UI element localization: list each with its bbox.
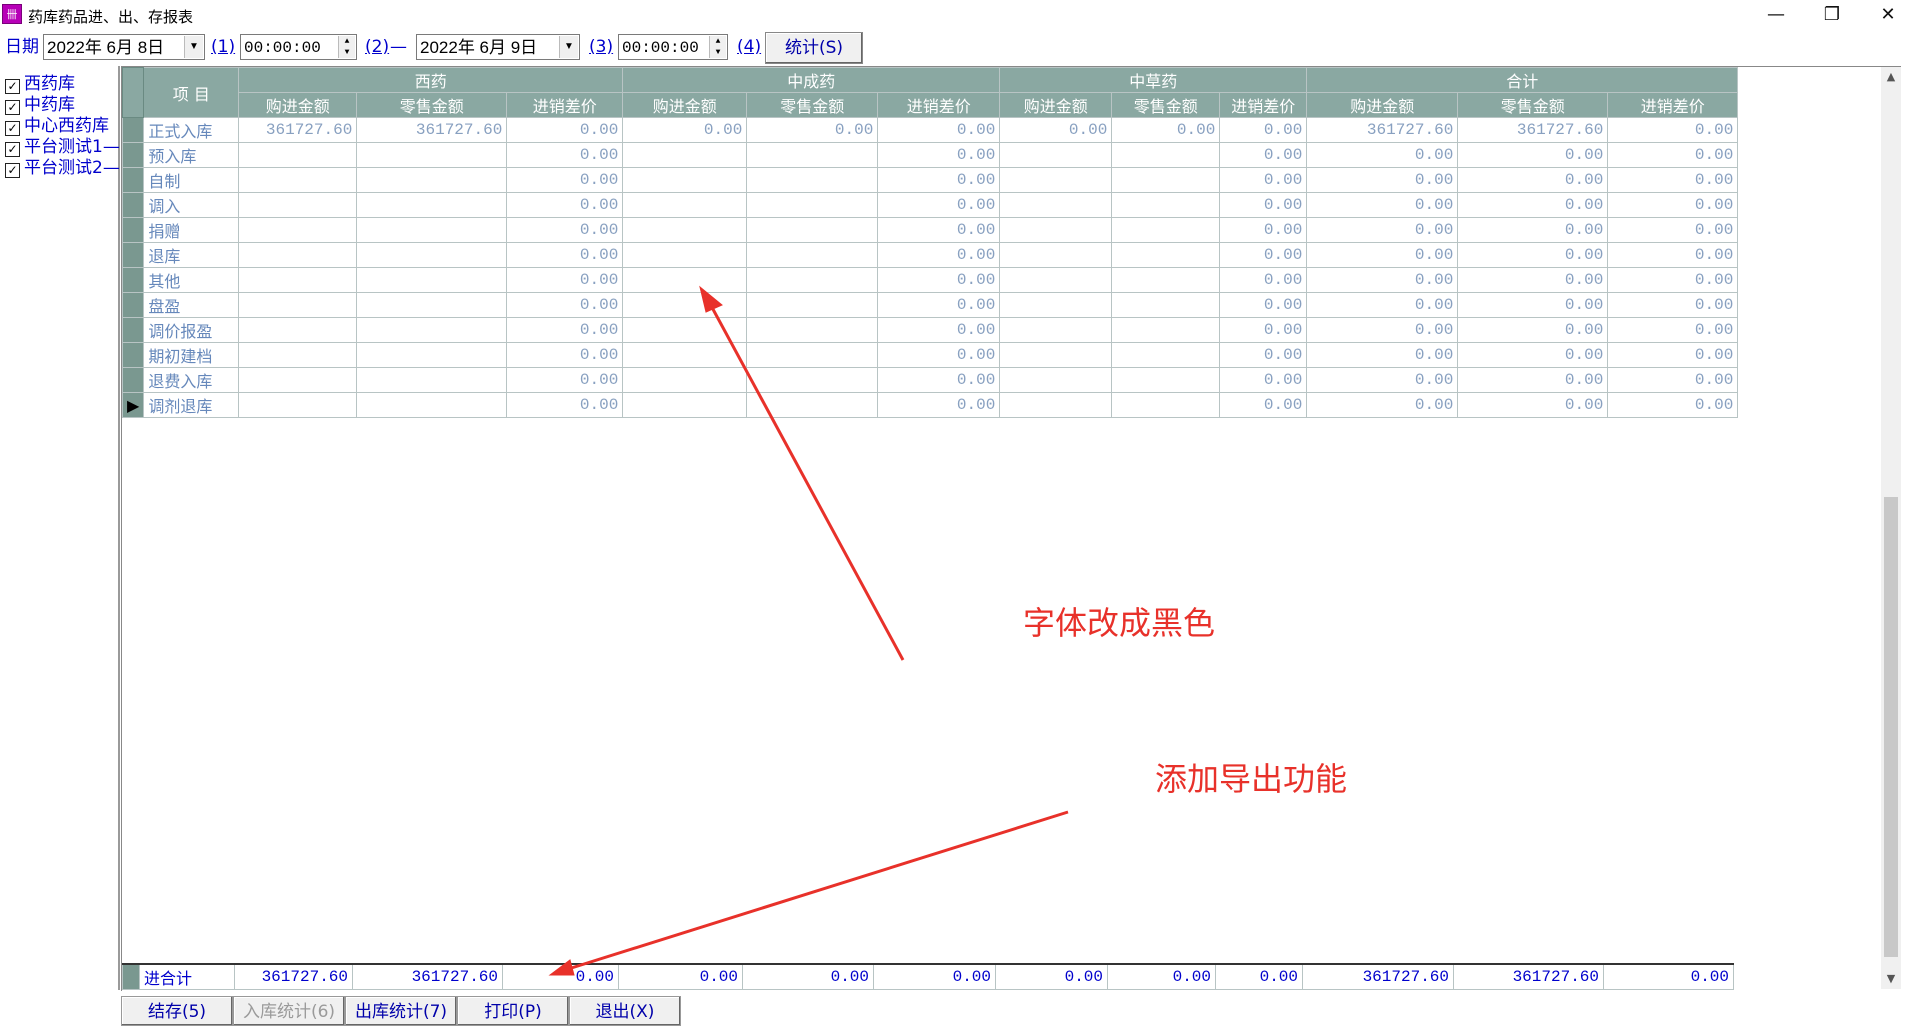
annotation-font-note: 字体改成黑色 bbox=[1023, 604, 1216, 642]
arrow-head bbox=[548, 959, 575, 976]
arrow-head bbox=[699, 285, 723, 313]
arrow-to-grid bbox=[706, 299, 905, 661]
annotation-export-note: 添加导出功能 bbox=[1155, 760, 1348, 798]
arrow-to-total bbox=[564, 810, 1069, 972]
annotation-arrows bbox=[548, 285, 1069, 976]
